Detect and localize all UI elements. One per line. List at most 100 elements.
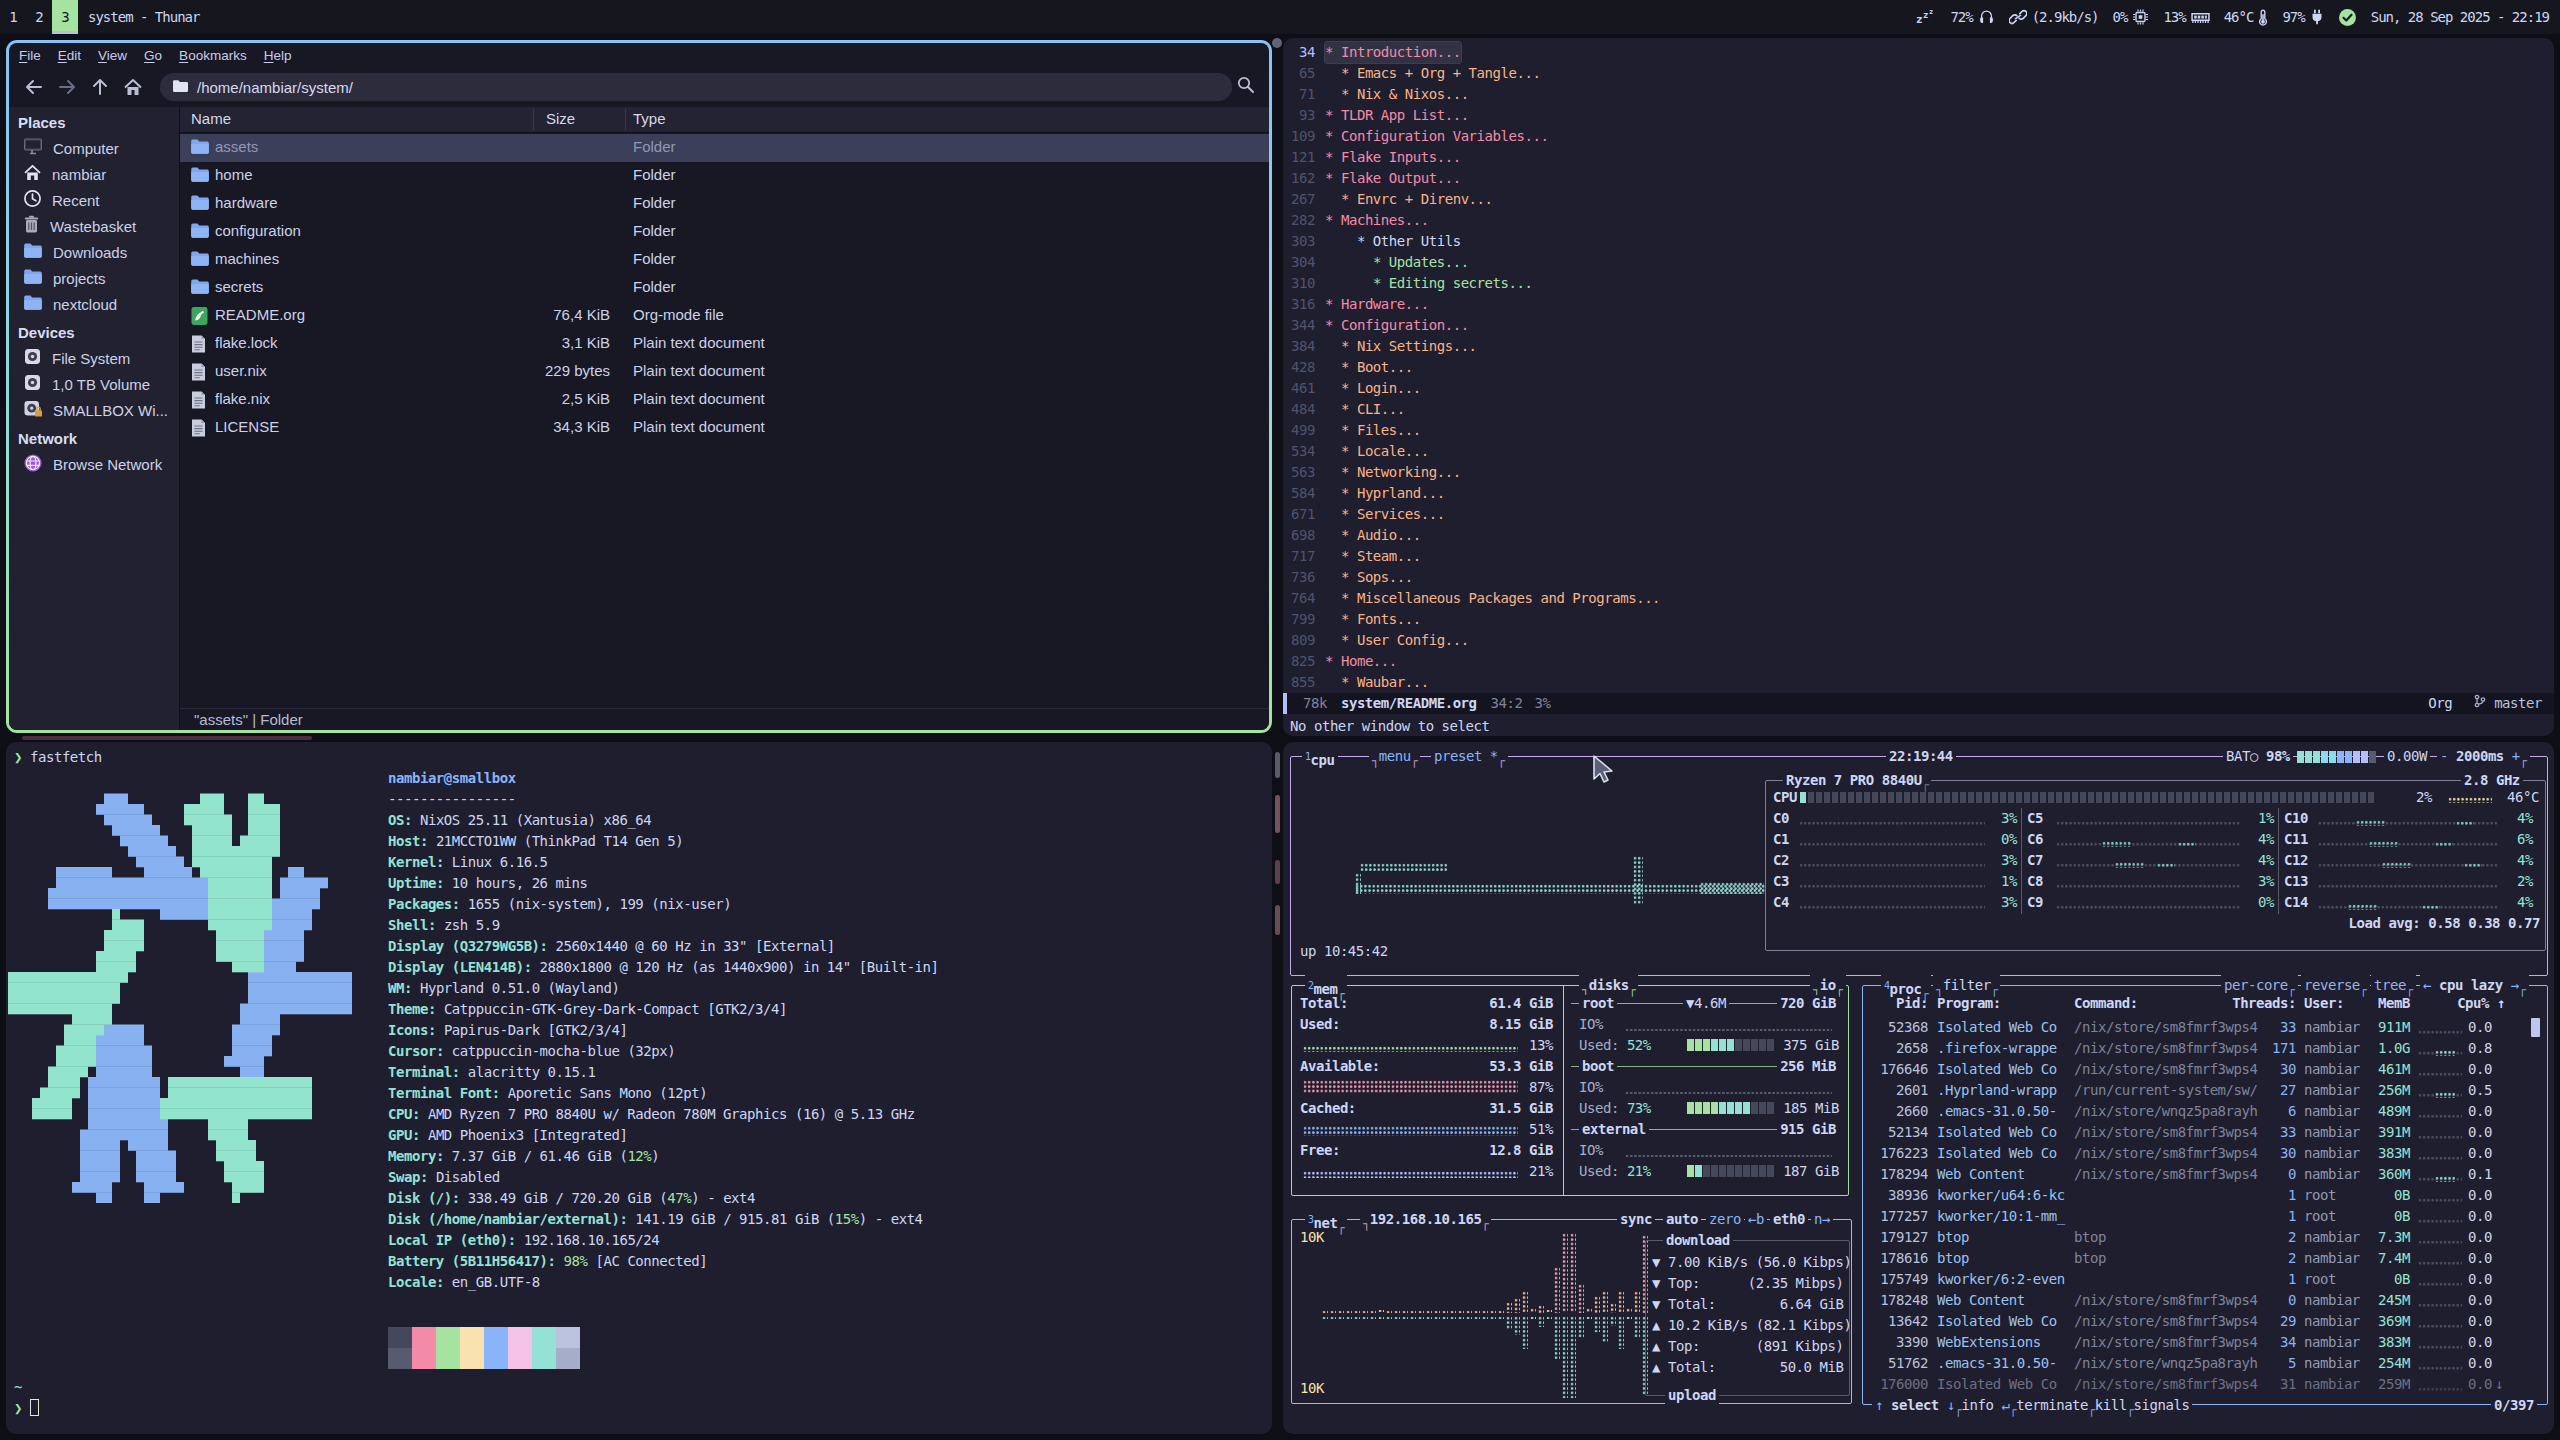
- sidebar-item-nextcloud[interactable]: nextcloud: [9, 291, 179, 317]
- menu-bookmarks[interactable]: Bookmarks: [179, 48, 247, 63]
- menu-edit[interactable]: Edit: [58, 48, 81, 63]
- file-row-configuration[interactable]: configurationFolder: [180, 218, 1269, 246]
- text-file-icon: [190, 334, 207, 357]
- search-button[interactable]: [1236, 75, 1255, 98]
- sidebar-item-file-system[interactable]: File System: [9, 345, 179, 371]
- mem-row-percent: 87%: [1283, 1077, 1553, 1098]
- drive-icon: [23, 347, 42, 369]
- file-row-user-nix[interactable]: user.nix229 bytesPlain text document: [180, 358, 1269, 386]
- modeline-percent: 3%: [1535, 693, 1551, 714]
- net-download-column: [1474, 1310, 1480, 1313]
- file-row-hardware[interactable]: hardwareFolder: [180, 190, 1269, 218]
- sidebar-item-smallbox-wi-[interactable]: SMALLBOX Wi...: [9, 397, 179, 423]
- up-button[interactable]: [87, 74, 113, 100]
- org-heading-text: * Files...: [1341, 420, 1421, 441]
- emacs-window: 34* Introduction...65* Emacs + Org + Tan…: [1283, 38, 2554, 736]
- waybar-module-network[interactable]: (2.9kb/s): [2009, 9, 2099, 25]
- net-upload-column: [1322, 1316, 1328, 1319]
- menu-help[interactable]: Help: [264, 48, 292, 63]
- core-percent: 3%: [1717, 892, 2017, 913]
- file-row-assets[interactable]: assetsFolder: [180, 134, 1269, 162]
- update-interval[interactable]: - 2000ms +┌: [2437, 746, 2530, 768]
- waybar-module-idle-inhibitor[interactable]: zzz: [1916, 8, 1936, 26]
- home-icon: [23, 164, 42, 185]
- menu-go[interactable]: Go: [144, 48, 162, 63]
- mem-row-percent: 51%: [1283, 1119, 1553, 1140]
- proc-scrollbar-thumb[interactable]: [2531, 1018, 2540, 1037]
- net-upload-column: [1434, 1316, 1440, 1319]
- org-heading-text: * Hardware...: [1325, 294, 1429, 315]
- cpu-history-graph: [1360, 863, 1448, 872]
- cpu-panel-title[interactable]: 1cpu: [1302, 746, 1338, 771]
- svg-text:z: z: [1916, 13, 1922, 26]
- net-download-column: [1522, 1291, 1528, 1313]
- waybar-module-volume[interactable]: 72%: [1950, 9, 1994, 25]
- proc-header-cpu: Cpu% ↑: [2205, 993, 2505, 1014]
- proc-footer-actions[interactable]: ↑ select ↓┌info ↵┌terminate┌kill┌signals: [1872, 1395, 2192, 1417]
- org-heading-line: 93* TLDR App List...: [1283, 105, 1469, 126]
- menu-view[interactable]: View: [98, 48, 127, 63]
- shell-prompt-cursor[interactable]: ❯: [14, 1398, 39, 1419]
- net-upload-column: [1474, 1316, 1480, 1319]
- proc-pid: 178294: [1628, 1164, 1928, 1185]
- waybar-module-clock[interactable]: Sun, 28 Sep 2025 - 22:19: [2371, 9, 2549, 25]
- file-row-flake-nix[interactable]: flake.nix2,5 KiBPlain text document: [180, 386, 1269, 414]
- column-name[interactable]: Name: [191, 110, 231, 127]
- file-type: Plain text document: [633, 390, 765, 407]
- file-row-flake-lock[interactable]: flake.lock3,1 KiBPlain text document: [180, 330, 1269, 358]
- waybar-module-battery[interactable]: 97%: [2282, 9, 2323, 25]
- file-row-secrets[interactable]: secretsFolder: [180, 274, 1269, 302]
- file-size: 3,1 KiB: [420, 334, 610, 351]
- net-upload-column: [1498, 1316, 1504, 1319]
- sidebar-item-downloads[interactable]: Downloads: [9, 239, 179, 265]
- core-percent: 3%: [1974, 871, 2274, 892]
- net-scale-top: 10K: [1300, 1227, 1324, 1248]
- column-size[interactable]: Size: [546, 110, 575, 127]
- btop-clock: 22:19:44: [1886, 746, 1956, 767]
- line-number: 282: [1283, 210, 1315, 231]
- file-row-machines[interactable]: machinesFolder: [180, 246, 1269, 274]
- sidebar-item-1-0-tb-volume[interactable]: 1,0 TB Volume: [9, 371, 179, 397]
- file-row-readme-org[interactable]: README.org76,4 KiBOrg-mode file: [180, 302, 1269, 330]
- core-percent: 4%: [1974, 850, 2274, 871]
- waybar-module-cpu[interactable]: 0%: [2113, 9, 2150, 25]
- column-separator: [533, 109, 534, 130]
- sidebar-item-nambiar[interactable]: nambiar: [9, 161, 179, 187]
- net-upload-column: [1506, 1316, 1512, 1330]
- net-upload-column: [1410, 1316, 1416, 1319]
- cpu-preset-button[interactable]: preset *┌: [1431, 746, 1508, 768]
- workspace-1[interactable]: 1: [0, 0, 26, 34]
- net-upload-column: [1514, 1316, 1520, 1335]
- sidebar-item-recent[interactable]: Recent: [9, 187, 179, 213]
- waybar-module-memory[interactable]: 13%: [2163, 9, 2209, 25]
- fastfetch-info-row: Display (Q3279WG5B): 2560x1440 @ 60 Hz i…: [388, 936, 835, 957]
- org-heading-line: 717* Steam...: [1283, 546, 1421, 567]
- sidebar-item-projects[interactable]: projects: [9, 265, 179, 291]
- file-row-license[interactable]: LICENSE34,3 KiBPlain text document: [180, 414, 1269, 442]
- proc-cpu: 0.0: [2192, 1143, 2492, 1164]
- waybar-module-temperature[interactable]: 46°C: [2224, 9, 2269, 26]
- sidebar-item-computer[interactable]: Computer: [9, 135, 179, 161]
- column-type[interactable]: Type: [633, 110, 666, 127]
- fastfetch-info-row: Kernel: Linux 6.16.5: [388, 852, 548, 873]
- file-row-home[interactable]: homeFolder: [180, 162, 1269, 190]
- sidebar-item-browse-network[interactable]: Browse Network: [9, 451, 179, 477]
- mem-row-value: 61.4 GiB: [1283, 993, 1553, 1014]
- menu-file[interactable]: File: [19, 48, 41, 63]
- back-button[interactable]: [21, 74, 47, 100]
- folder-icon: [23, 294, 43, 314]
- workspace-3[interactable]: 3: [52, 0, 78, 34]
- fastfetch-info-row: Local IP (eth0): 192.168.10.165/24: [388, 1230, 659, 1251]
- waybar-module-systemd-status[interactable]: [2338, 8, 2357, 27]
- folder-icon: [190, 250, 210, 270]
- net-download-column: [1546, 1309, 1552, 1313]
- sidebar-item-wastebasket[interactable]: Wastebasket: [9, 213, 179, 239]
- path-bar[interactable]: /home/nambiar/system/: [160, 73, 1232, 101]
- line-number: 65: [1283, 63, 1315, 84]
- org-heading-line: 316* Hardware...: [1283, 294, 1429, 315]
- workspace-2[interactable]: 2: [26, 0, 52, 34]
- net-download-column: [1458, 1310, 1464, 1313]
- home-button[interactable]: [120, 74, 146, 100]
- cpu-menu-button[interactable]: ┐menu┌: [1369, 746, 1420, 768]
- forward-button[interactable]: [54, 74, 80, 100]
